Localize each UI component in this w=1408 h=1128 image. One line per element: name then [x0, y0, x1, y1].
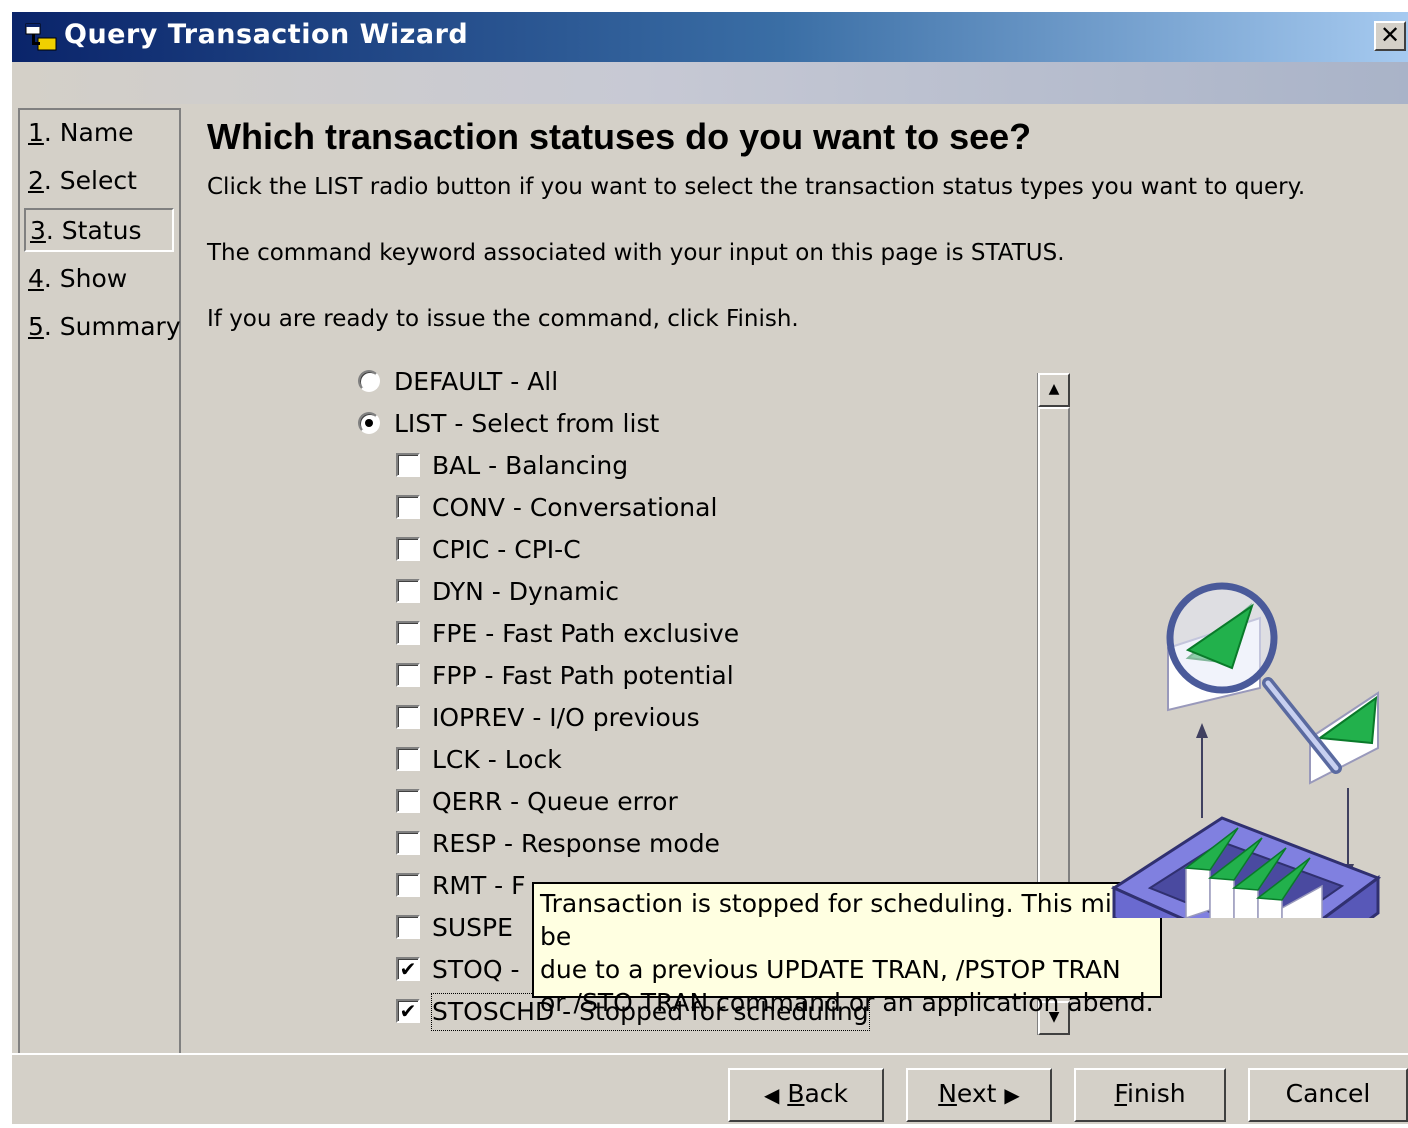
wizard-app-icon	[25, 23, 57, 51]
checkbox[interactable]	[396, 495, 420, 519]
wizard-content: Which transaction statuses do you want t…	[182, 108, 1408, 1053]
button-bar: ◀ Back Next ▶ Finish Cancel	[12, 1053, 1408, 1128]
wizard-window: Query Transaction Wizard ✕ 1. Name 2. Se…	[10, 10, 1408, 1124]
step-number: 2	[28, 166, 44, 195]
radio-label: LIST - Select from list	[394, 409, 660, 438]
next-button[interactable]: Next ▶	[906, 1068, 1052, 1122]
tooltip: Transaction is stopped for scheduling. T…	[532, 882, 1162, 1017]
step-label: . Status	[45, 216, 142, 245]
step-select[interactable]: 2. Select	[24, 160, 174, 204]
checkbox-label: CONV - Conversational	[432, 493, 718, 522]
radio-selected-dot	[365, 419, 373, 427]
checkbox-label: IOPREV - I/O previous	[432, 703, 700, 732]
wizard-banner	[12, 62, 1408, 104]
checkbox-label: FPE - Fast Path exclusive	[432, 619, 740, 648]
checkbox-label: RMT - F	[432, 871, 526, 900]
mail-search-illustration	[1110, 582, 1382, 918]
checkbox[interactable]	[396, 621, 420, 645]
checkbox[interactable]: ✔	[396, 999, 420, 1023]
button-label: ack	[804, 1079, 849, 1108]
window-title: Query Transaction Wizard	[64, 19, 469, 50]
step-number: 5	[28, 312, 44, 341]
radio-button[interactable]	[358, 370, 380, 392]
back-button[interactable]: ◀ Back	[728, 1068, 884, 1122]
checkbox[interactable]	[396, 663, 420, 687]
mnemonic: F	[1114, 1079, 1127, 1108]
checkbox[interactable]	[396, 705, 420, 729]
checkbox-label: CPIC - CPI-C	[432, 535, 581, 564]
step-label: . Show	[43, 264, 128, 293]
step-number: 3	[30, 216, 46, 245]
checkbox[interactable]	[396, 831, 420, 855]
keyword-text: The command keyword associated with your…	[207, 240, 1065, 266]
checkbox[interactable]	[396, 579, 420, 603]
step-navigation: 1. Name 2. Select 3. Status 4. Show 5. S…	[18, 108, 181, 1053]
checkbox[interactable]	[396, 789, 420, 813]
checkbox-label: DYN - Dynamic	[432, 577, 620, 606]
close-button[interactable]: ✕	[1374, 21, 1406, 51]
checkbox-label: FPP - Fast Path potential	[432, 661, 734, 690]
step-number: 1	[28, 118, 44, 147]
cancel-button[interactable]: Cancel	[1248, 1068, 1408, 1122]
step-label: . Name	[43, 118, 134, 147]
instruction-text: Click the LIST radio button if you want …	[207, 174, 1306, 200]
checkbox-label: SUSPE	[432, 913, 513, 942]
step-name[interactable]: 1. Name	[24, 112, 174, 156]
checkbox[interactable]	[396, 537, 420, 561]
step-show[interactable]: 4. Show	[24, 258, 174, 302]
step-label: . Select	[43, 166, 137, 195]
back-arrow-icon: ◀	[763, 1083, 780, 1107]
step-label: . Summary	[43, 312, 181, 341]
checkbox-label: LCK - Lock	[432, 745, 562, 774]
checkbox[interactable]	[396, 453, 420, 477]
checkbox[interactable]	[396, 747, 420, 771]
radio-button[interactable]	[358, 412, 380, 434]
mnemonic: B	[787, 1079, 805, 1108]
step-summary[interactable]: 5. Summary	[24, 306, 181, 350]
button-label: inish	[1126, 1079, 1186, 1108]
mnemonic: N	[938, 1079, 957, 1108]
page-heading: Which transaction statuses do you want t…	[207, 116, 1032, 157]
checkbox[interactable]: ✔	[396, 957, 420, 981]
scroll-up-button[interactable]: ▲	[1038, 373, 1070, 407]
step-status[interactable]: 3. Status	[24, 208, 174, 252]
checkbox-label: STOQ -	[432, 955, 520, 984]
step-number: 4	[28, 264, 44, 293]
radio-label: DEFAULT - All	[394, 367, 559, 396]
checkbox-label: RESP - Response mode	[432, 829, 720, 858]
finish-hint-text: If you are ready to issue the command, c…	[207, 306, 799, 332]
next-arrow-icon: ▶	[1004, 1083, 1020, 1107]
title-bar[interactable]: Query Transaction Wizard ✕	[12, 12, 1408, 62]
button-label: ext	[956, 1079, 997, 1108]
checkbox[interactable]	[396, 915, 420, 939]
finish-button[interactable]: Finish	[1074, 1068, 1226, 1122]
checkbox-label: BAL - Balancing	[432, 451, 629, 480]
checkbox[interactable]	[396, 873, 420, 897]
checkbox-label: QERR - Queue error	[432, 787, 678, 816]
